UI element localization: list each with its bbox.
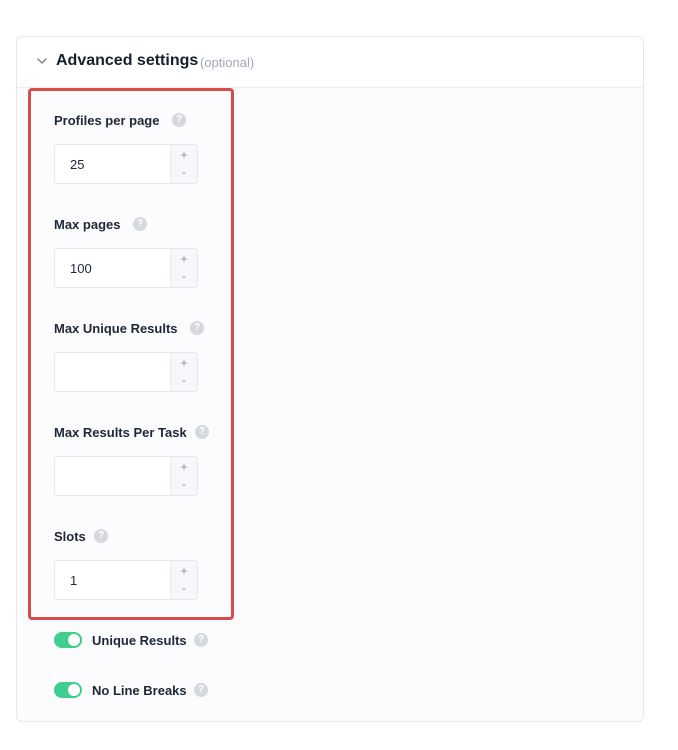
no-line-breaks-toggle[interactable] [54,682,82,698]
field-label-max-results-per-task: Max Results Per Task [54,425,187,440]
slots-stepper: + - [170,561,197,599]
help-icon[interactable]: ? [172,113,186,127]
decrement-button[interactable]: - [171,373,197,387]
help-icon[interactable]: ? [194,633,208,647]
max-results-per-task-stepper: + - [170,457,197,495]
increment-button[interactable]: + [171,564,197,578]
chevron-down-icon[interactable] [36,55,48,67]
decrement-button[interactable]: - [171,581,197,595]
advanced-settings-card: Advanced settings (optional) Profiles pe… [16,36,644,722]
unique-results-label: Unique Results [92,633,187,648]
increment-button[interactable]: + [171,356,197,370]
help-icon[interactable]: ? [190,321,204,335]
help-icon[interactable]: ? [133,217,147,231]
max-pages-input[interactable]: 100 + - [54,248,198,288]
profiles-per-page-value[interactable]: 25 [70,157,84,172]
increment-button[interactable]: + [171,148,197,162]
help-icon[interactable]: ? [195,425,209,439]
unique-results-toggle[interactable] [54,632,82,648]
field-label-max-pages: Max pages [54,217,121,232]
increment-button[interactable]: + [171,252,197,266]
field-label-max-unique-results: Max Unique Results [54,321,178,336]
decrement-button[interactable]: - [171,269,197,283]
help-icon[interactable]: ? [194,683,208,697]
slots-value[interactable]: 1 [70,573,77,588]
increment-button[interactable]: + [171,460,197,474]
max-pages-value[interactable]: 100 [70,261,92,276]
section-title: Advanced settings [56,52,199,69]
advanced-settings-header[interactable]: Advanced settings (optional) [17,37,643,88]
slots-input[interactable]: 1 + - [54,560,198,600]
max-results-per-task-input[interactable]: + - [54,456,198,496]
field-label-profiles-per-page: Profiles per page [54,113,160,128]
help-icon[interactable]: ? [94,529,108,543]
max-pages-stepper: + - [170,249,197,287]
decrement-button[interactable]: - [171,477,197,491]
optional-note: (optional) [200,55,255,70]
profiles-per-page-stepper: + - [170,145,197,183]
max-unique-results-stepper: + - [170,353,197,391]
max-unique-results-input[interactable]: + - [54,352,198,392]
decrement-button[interactable]: - [171,165,197,179]
toggle-knob [68,634,80,646]
field-label-slots: Slots [54,529,86,544]
profiles-per-page-input[interactable]: 25 + - [54,144,198,184]
toggle-knob [68,684,80,696]
no-line-breaks-label: No Line Breaks [92,683,187,698]
